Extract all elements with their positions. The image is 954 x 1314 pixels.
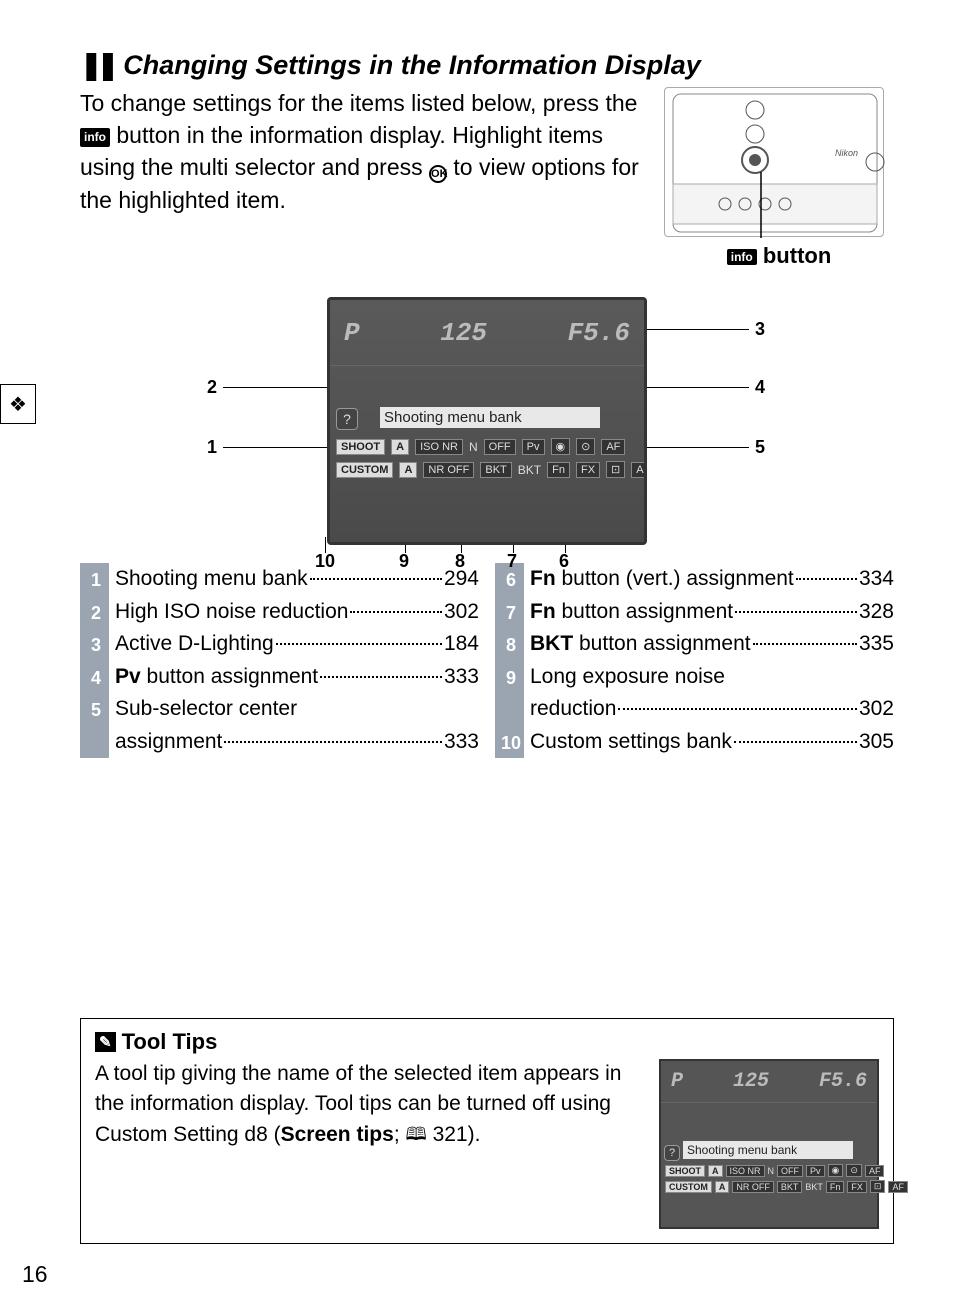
lcd-tooltip-label: Shooting menu bank [683, 1141, 853, 1159]
side-tab-icon: ❖ [0, 384, 36, 424]
tips-lcd-screenshot: P 125 F5.6 ? Shooting menu bank SHOOT A … [659, 1059, 879, 1229]
book-icon: 🕮 [405, 1121, 426, 1147]
pencil-icon: ✎ [95, 1032, 116, 1052]
callout-4: 4 [755, 377, 765, 398]
reference-list-left: 1 Shooting menu bank294 2 High ISO noise… [80, 563, 479, 758]
list-item: 3 Active D-Lighting 184 [83, 628, 479, 661]
callout-9: 9 [399, 551, 409, 572]
callout-8: 8 [455, 551, 465, 572]
info-icon: info [80, 128, 110, 147]
callout-2: 2 [207, 377, 217, 398]
help-icon: ? [336, 408, 358, 430]
callout-5: 5 [755, 437, 765, 458]
list-item: 7 Fn button assignment 328 [498, 596, 894, 629]
list-item: 8 BKT button assignment335 [498, 628, 894, 661]
help-icon: ? [664, 1145, 680, 1161]
section-heading: ❚❚Changing Settings in the Information D… [80, 50, 894, 81]
info-button-caption: info button [664, 243, 894, 269]
lcd-row-shoot: SHOOT A ISO NR N OFF Pv ◉ ⊙ AF [336, 438, 638, 455]
callout-3: 3 [755, 319, 765, 340]
camera-back-diagram: Nikon [664, 87, 884, 237]
intro-paragraph: To change settings for the items listed … [80, 87, 644, 216]
list-item: 2 High ISO noise reduction 302 [83, 596, 479, 629]
lcd-screen: P 125 F5.6 ? Shooting menu bank SHOOT A … [327, 297, 647, 545]
list-item: 6 Fn button (vert.) assignment 334 [498, 563, 894, 596]
callout-7: 7 [507, 551, 517, 572]
lcd-tooltip-label: Shooting menu bank [380, 407, 600, 428]
svg-text:Nikon: Nikon [835, 148, 858, 158]
reference-list-right: 6 Fn button (vert.) assignment 334 7 Fn … [495, 563, 894, 758]
info-icon: info [727, 249, 757, 265]
callout-1: 1 [207, 437, 217, 458]
tips-body: A tool tip giving the name of the select… [95, 1059, 641, 1150]
callout-6: 6 [559, 551, 569, 572]
tool-tips-box: ✎Tool Tips A tool tip giving the name of… [80, 1018, 894, 1244]
list-item: 1 Shooting menu bank294 [83, 563, 479, 596]
tips-heading: ✎Tool Tips [95, 1029, 879, 1055]
page-number: 16 [22, 1261, 48, 1288]
lcd-diagram-block: 1 2 3 4 5 10 9 8 7 6 P 125 F5.6 [207, 297, 767, 545]
list-item: 9 Long exposure noise reduction302 [498, 661, 894, 726]
list-item: 10 Custom settings bank 305 [498, 726, 894, 759]
list-item: 4 Pv button assignment 333 [83, 661, 479, 694]
ok-icon: OK [429, 165, 447, 183]
lcd-row-custom: CUSTOM A NR OFF BKT BKT Fn FX ⊡ AF [336, 461, 638, 478]
list-item: 5 Sub-selector center assignment 333 [83, 693, 479, 758]
callout-10: 10 [315, 551, 335, 572]
